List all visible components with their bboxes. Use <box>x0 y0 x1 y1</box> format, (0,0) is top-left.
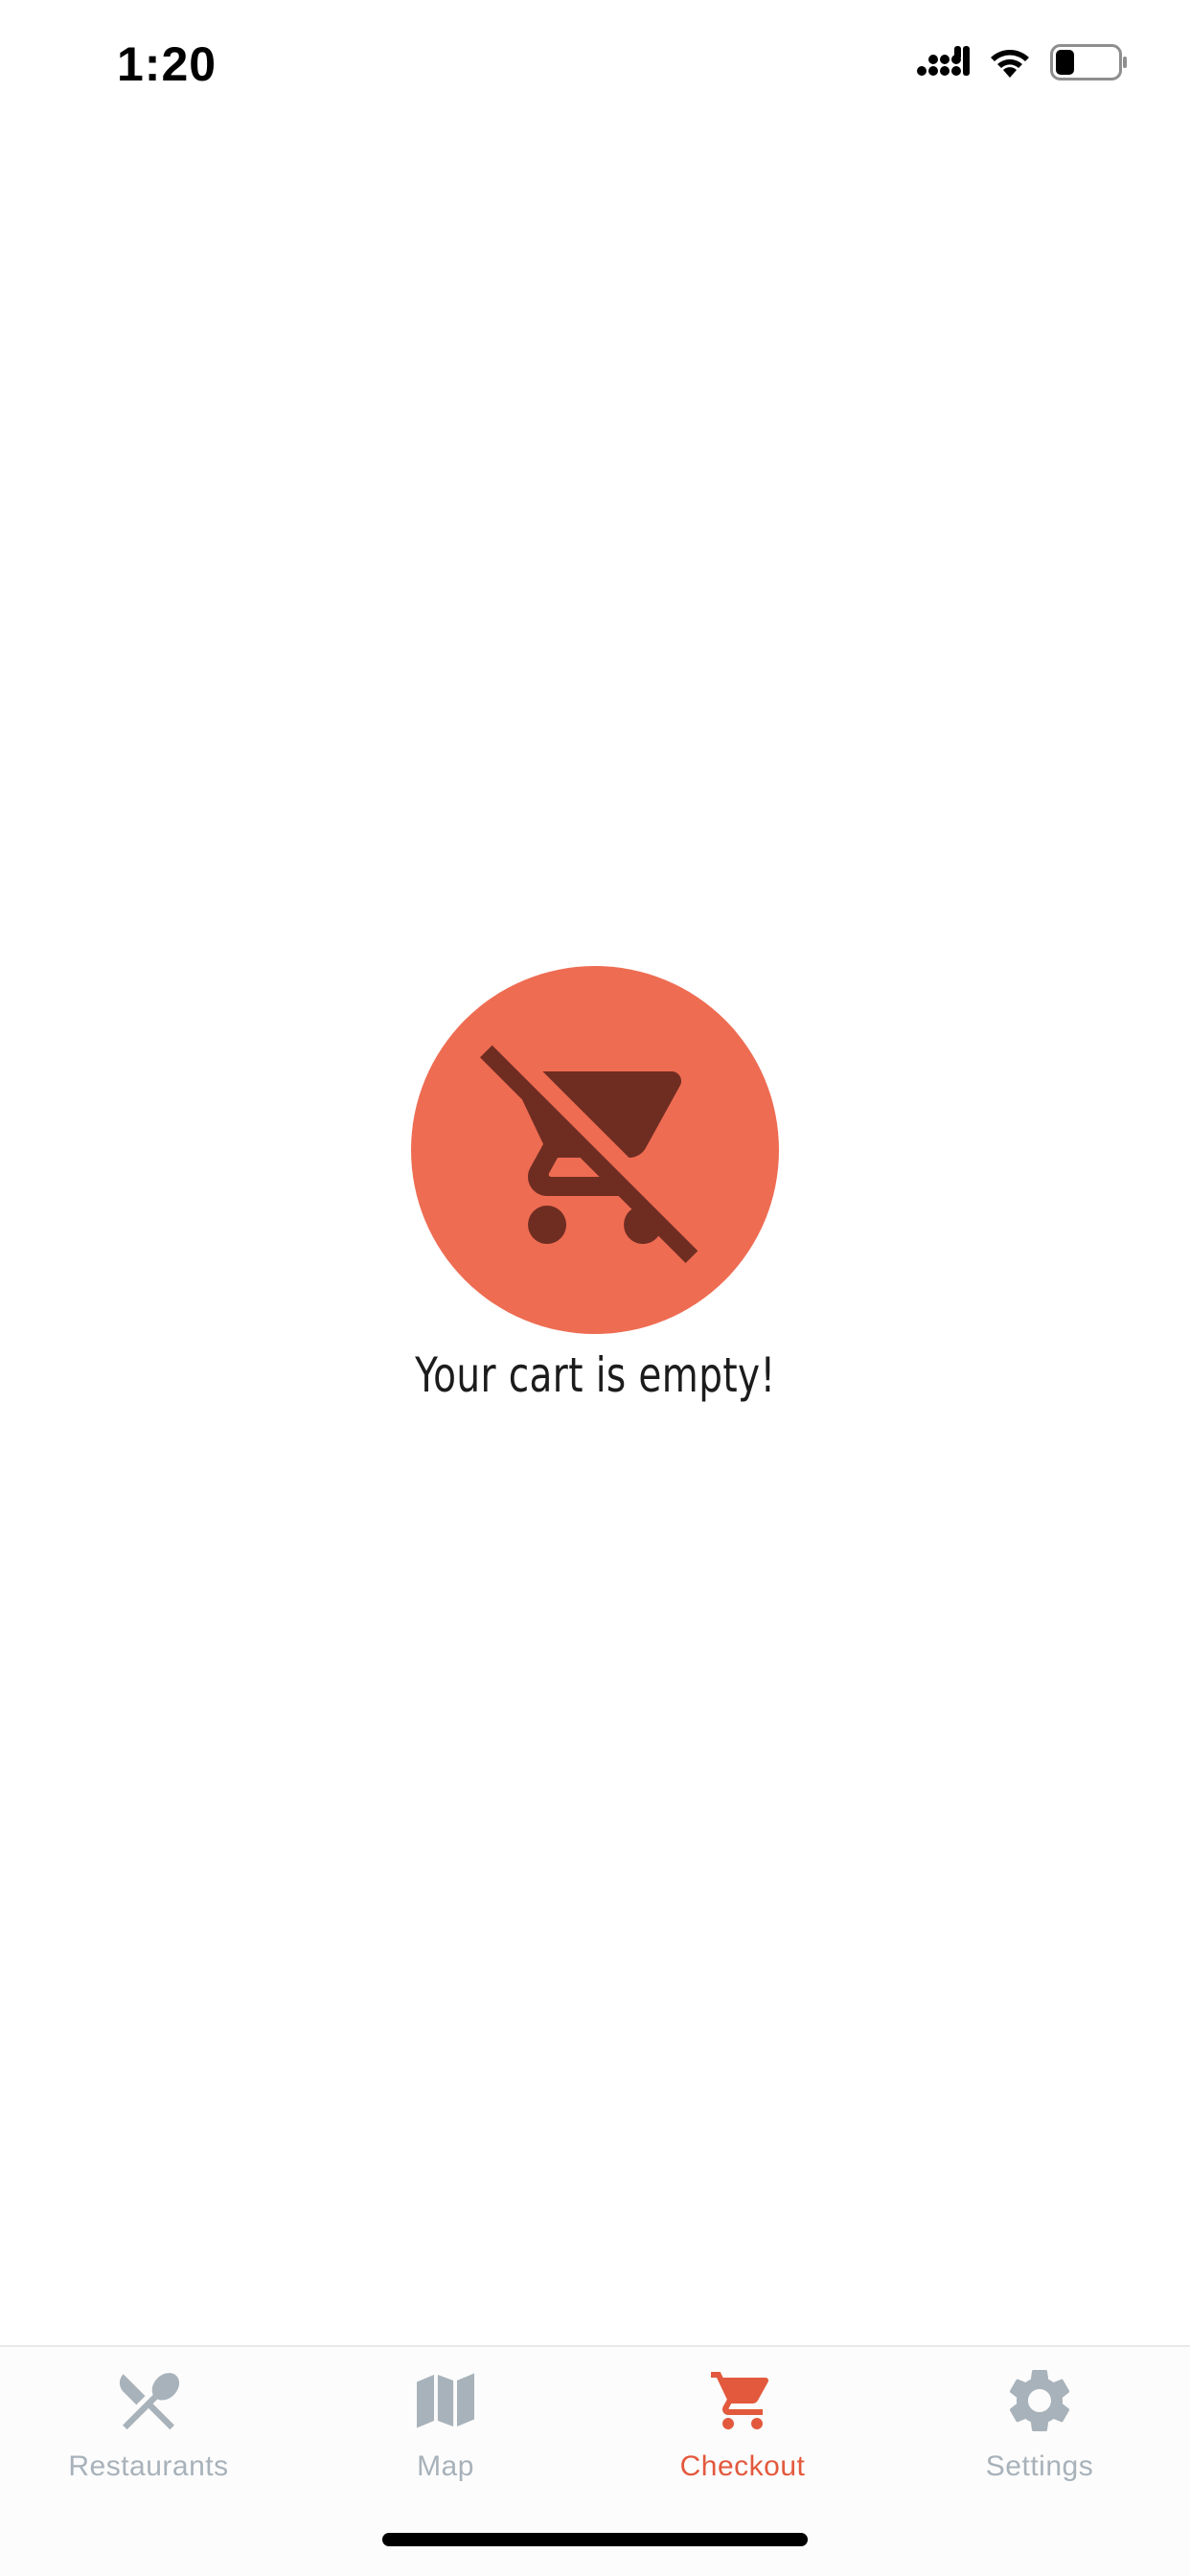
signal-icon <box>916 45 970 80</box>
tab-checkout[interactable]: Checkout <box>594 2347 891 2510</box>
wifi-icon <box>989 46 1031 79</box>
status-bar: 1:20 <box>0 0 1190 134</box>
remove-shopping-cart-icon <box>480 1033 710 1268</box>
tab-label: Map <box>417 2450 474 2482</box>
empty-cart-state: Your cart is empty! <box>0 966 1190 1409</box>
tab-label: Restaurants <box>68 2450 229 2482</box>
fork-knife-icon <box>110 2362 187 2439</box>
tab-label: Settings <box>985 2450 1094 2482</box>
battery-icon <box>1050 44 1129 80</box>
checkout-screen: 1:20 Your cart is empty! Restaurants Map… <box>0 0 1190 2576</box>
home-indicator <box>382 2533 808 2546</box>
status-icons <box>916 44 1129 80</box>
gear-icon <box>1001 2362 1078 2439</box>
empty-cart-badge <box>411 966 779 1334</box>
tab-label: Checkout <box>679 2450 806 2482</box>
empty-cart-message: Your cart is empty! <box>414 1347 776 1403</box>
tab-map[interactable]: Map <box>297 2347 594 2510</box>
tab-settings[interactable]: Settings <box>891 2347 1188 2510</box>
map-icon <box>407 2362 484 2439</box>
tab-restaurants[interactable]: Restaurants <box>0 2347 297 2510</box>
status-time: 1:20 <box>117 37 217 91</box>
cart-icon <box>704 2362 781 2439</box>
